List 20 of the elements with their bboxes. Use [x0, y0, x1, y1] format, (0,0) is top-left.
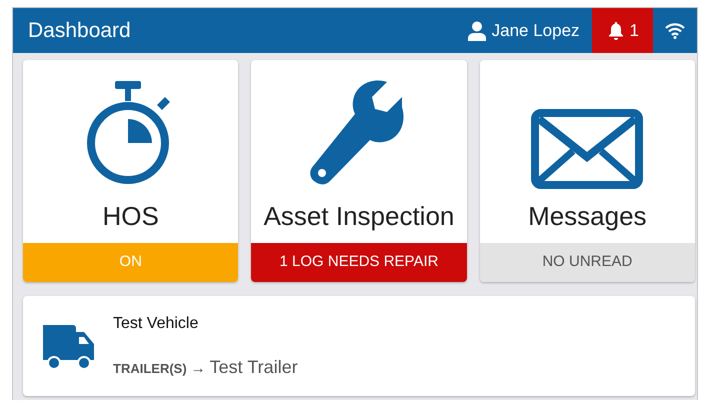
dashboard-tile[interactable]: Messages NO UNREAD: [480, 60, 695, 282]
status-bar: NO UNREAD: [480, 243, 695, 282]
tile-label: Messages: [527, 200, 648, 233]
tile-label: Asset Inspection: [262, 200, 456, 233]
tile-label: HOS: [101, 200, 160, 233]
dashboard-tile[interactable]: HOS ON: [23, 60, 238, 282]
trailer-name: Test Trailer: [210, 356, 298, 378]
arrow-glyph: →: [190, 358, 206, 378]
envelope-icon: [531, 109, 644, 189]
user-icon: [468, 20, 486, 40]
dashboard-tile[interactable]: Asset Inspection 1 LOG NEEDS REPAIR: [251, 60, 467, 282]
bell-icon: [608, 21, 624, 40]
notifications-button[interactable]: 1: [592, 8, 653, 53]
status-bar: ON: [23, 243, 238, 282]
dashboard-title: Dashboard: [27, 18, 132, 44]
status-bar: 1 LOG NEEDS REPAIR: [251, 243, 467, 282]
vehicle-card[interactable]: Test Vehicle TRAILER(S) → Test Trailer: [23, 296, 695, 396]
user-name[interactable]: Jane Lopez: [492, 18, 580, 44]
trailer-label: TRAILER(S): [113, 360, 187, 378]
vehicle-name: Test Vehicle: [113, 314, 200, 334]
